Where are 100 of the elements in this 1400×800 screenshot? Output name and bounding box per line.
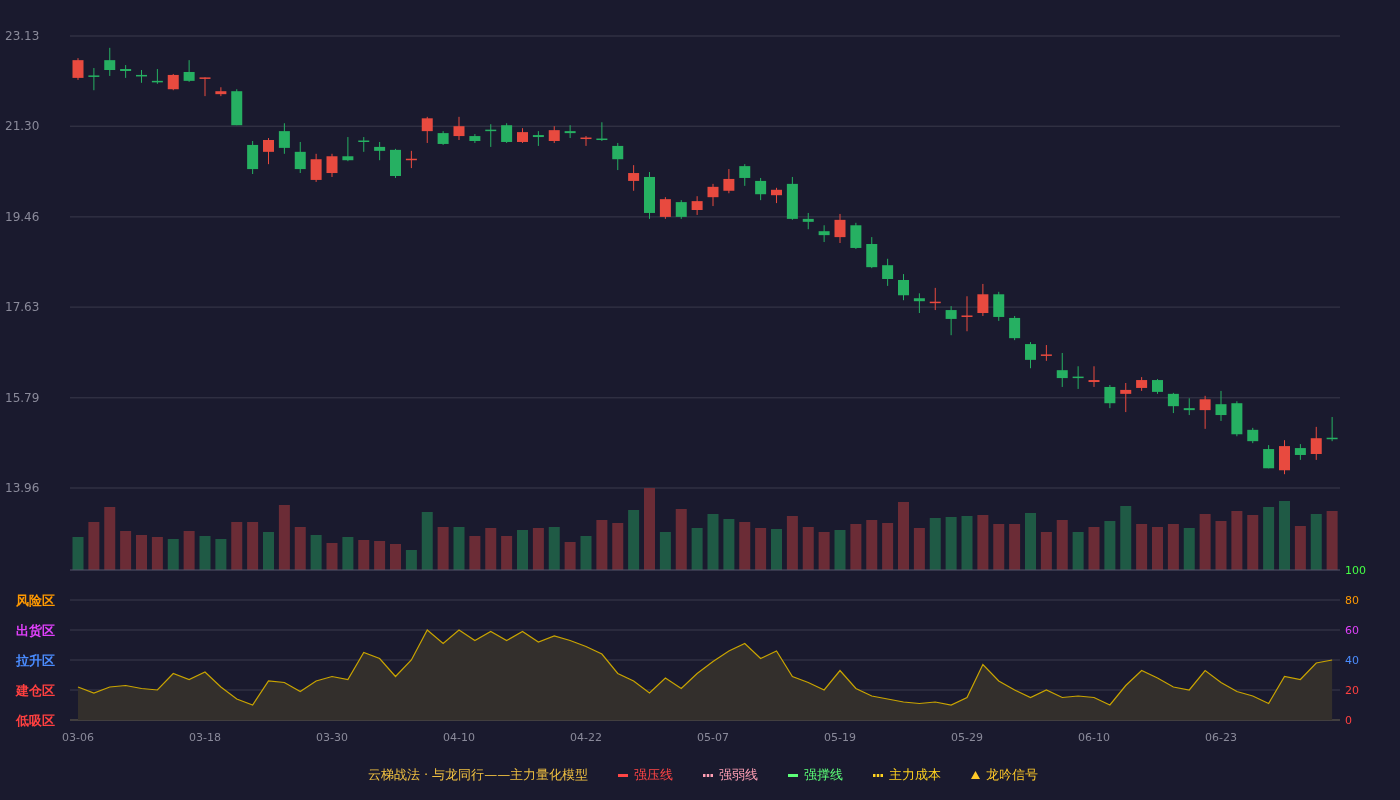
volume-bar xyxy=(1152,527,1163,570)
candlestick xyxy=(882,258,894,287)
volume-bar xyxy=(818,532,830,570)
volume-bar xyxy=(151,537,163,570)
zone-label: 风险区 xyxy=(16,593,55,608)
axis-label: 03-18 xyxy=(189,731,221,744)
volume-bar xyxy=(1120,506,1132,570)
volume-bar xyxy=(136,535,147,570)
candlestick xyxy=(644,171,655,220)
candlestick xyxy=(929,287,941,311)
candlestick xyxy=(1183,397,1195,416)
candlestick xyxy=(659,196,671,220)
zone-label: 拉升区 xyxy=(16,653,55,668)
volume-bar xyxy=(1231,511,1243,570)
candlestick xyxy=(532,130,544,147)
candlestick xyxy=(898,273,909,301)
volume-bar xyxy=(390,544,401,570)
candlestick xyxy=(580,135,592,147)
candlestick xyxy=(167,73,179,91)
axis-label: 06-23 xyxy=(1205,731,1237,744)
volume-bar xyxy=(1215,521,1227,570)
axis-label: 17.63 xyxy=(5,300,40,315)
candlestick xyxy=(1136,376,1148,392)
candlestick xyxy=(151,68,163,85)
axis-label: 03-30 xyxy=(316,731,348,744)
candlestick xyxy=(247,140,259,175)
axis-label: 04-22 xyxy=(570,731,602,744)
axis-label: 21.30 xyxy=(5,119,40,134)
volume-bar xyxy=(453,527,465,570)
volume-bar xyxy=(517,530,528,570)
legend-label: 主力成本 xyxy=(889,766,942,784)
volume-bar xyxy=(1088,527,1100,570)
axis-label: 100 xyxy=(1345,564,1366,577)
candlestick xyxy=(1231,400,1243,437)
volume-bar xyxy=(850,524,862,570)
volume-bar xyxy=(120,531,132,570)
volume-bar xyxy=(691,528,703,570)
volume-bar xyxy=(548,527,560,570)
candlestick xyxy=(850,222,862,250)
candlestick xyxy=(564,124,576,139)
candlestick xyxy=(1104,384,1116,409)
candlestick xyxy=(818,224,830,243)
volume-bar xyxy=(437,527,449,570)
candlestick xyxy=(1199,395,1211,430)
volume-bar xyxy=(199,536,211,570)
candlestick xyxy=(1152,378,1163,395)
candlestick xyxy=(517,127,528,144)
volume-bar xyxy=(1104,521,1116,570)
axis-label: 05-07 xyxy=(697,731,729,744)
volume-bar xyxy=(913,528,925,570)
volume-bar xyxy=(278,505,290,570)
candlestick xyxy=(374,141,386,161)
volume-bar xyxy=(294,527,306,570)
candlestick xyxy=(913,292,925,314)
candlestick xyxy=(183,59,195,83)
candlestick xyxy=(1215,390,1227,422)
zone-label: 低吸区 xyxy=(16,713,55,728)
candlestick xyxy=(358,136,370,153)
candlestick xyxy=(961,295,973,332)
volume-bar xyxy=(358,540,370,570)
volume-bar xyxy=(1040,532,1052,570)
volume-bar xyxy=(72,537,84,570)
volume-bar xyxy=(977,515,989,570)
volume-bar xyxy=(263,532,274,570)
volume-bar xyxy=(929,518,941,570)
candlestick xyxy=(453,116,465,141)
volume-bar xyxy=(802,527,814,570)
zone-label: 出货区 xyxy=(16,623,55,638)
volume-bar xyxy=(485,528,497,570)
candlestick xyxy=(755,177,767,201)
axis-label: 80 xyxy=(1345,594,1359,607)
volume-bar xyxy=(707,514,719,570)
candlestick xyxy=(723,168,735,194)
volume-bar xyxy=(405,550,417,570)
candlestick xyxy=(278,122,290,155)
volume-bar xyxy=(786,516,798,570)
axis-label: 05-29 xyxy=(951,731,983,744)
volume-bar xyxy=(723,519,735,570)
candlestick xyxy=(1056,352,1068,388)
candlestick xyxy=(104,47,116,77)
candlestick xyxy=(1009,315,1021,341)
volume-bar xyxy=(596,520,608,570)
volume-bar xyxy=(564,542,576,570)
candlestick xyxy=(945,305,957,336)
legend-title: 云梯战法 · 与龙同行——主力量化模型 xyxy=(367,766,589,784)
volume-bar xyxy=(1072,532,1084,570)
volume-bar xyxy=(866,520,878,570)
axis-label: 23.13 xyxy=(5,29,40,43)
legend-label: 强压线 xyxy=(634,766,674,784)
candlestick xyxy=(834,213,846,244)
volume-bar xyxy=(993,524,1005,570)
volume-bar xyxy=(326,543,338,570)
candlestick xyxy=(421,116,433,144)
volume-bar xyxy=(628,510,640,570)
candlestick xyxy=(707,183,719,207)
volume-bar xyxy=(342,537,354,570)
candlestick xyxy=(771,187,782,204)
axis-label: 03-06 xyxy=(62,731,94,744)
candlestick xyxy=(390,148,401,179)
candlestick xyxy=(1088,365,1100,388)
